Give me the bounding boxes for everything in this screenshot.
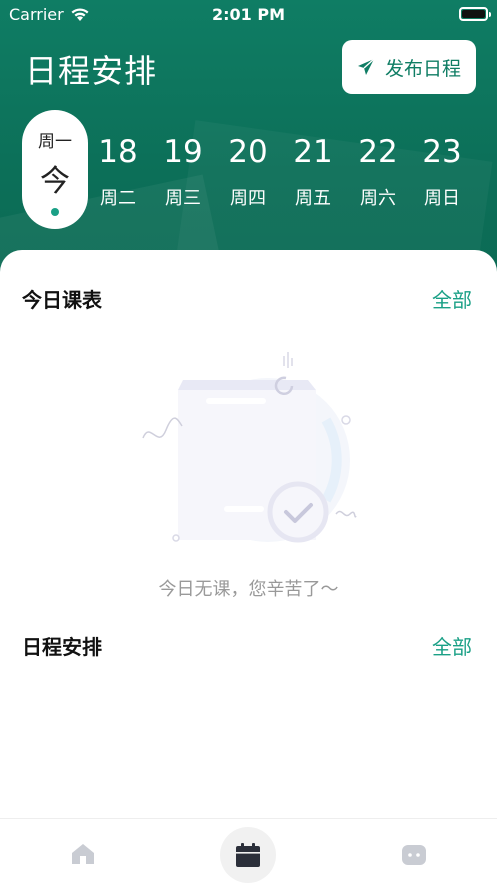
status-bar: Carrier 2:01 PM [0,0,497,28]
day-weekday: 周三 [165,188,201,209]
message-icon[interactable] [401,844,427,866]
day-weekday: 周日 [424,188,460,209]
schedule-section-title: 日程安排 [22,635,102,659]
empty-schedule-illustration [142,352,357,543]
empty-classes-message: 今日无课，您辛苦了～ [158,579,339,600]
day-date: 19 [163,134,203,170]
day-item[interactable]: 22 周六 [348,110,408,210]
schedule-all-link[interactable]: 全部 [432,631,472,660]
day-weekday: 周二 [100,188,136,209]
day-item[interactable]: 18 周二 [88,110,148,210]
tab-calendar[interactable] [220,827,276,883]
day-weekday: 周六 [360,188,396,209]
header: Carrier 2:01 PM 日程安排 发布日程 周一 今 18 周二 19 … [0,0,497,290]
day-date: 21 [293,134,333,170]
day-weekday: 周五 [295,188,331,209]
today-indicator-dot [51,208,59,216]
day-date: 23 [422,134,462,170]
status-time: 2:01 PM [211,5,285,24]
publish-schedule-button[interactable]: 发布日程 [342,40,476,94]
tab-bar [0,818,497,883]
day-weekday: 周一 [38,132,72,152]
page-title: 日程安排 [25,52,158,90]
day-item[interactable]: 23 周日 [412,110,472,210]
calendar-icon [236,843,260,867]
publish-button-label: 发布日程 [384,57,461,80]
day-date: 22 [358,134,398,170]
today-classes-all-link[interactable]: 全部 [432,284,472,313]
send-icon [357,58,375,75]
day-item[interactable]: 20 周四 [218,110,278,210]
battery-icon [459,7,491,21]
day-date: 20 [228,134,268,170]
day-date: 今 [40,164,70,199]
day-weekday: 周四 [230,188,266,209]
day-today[interactable]: 周一 今 [22,110,88,229]
week-strip: 周一 今 18 周二 19 周三 20 周四 21 周五 22 周六 23 周日 [22,110,497,230]
day-item[interactable]: 21 周五 [283,110,343,210]
day-date: 18 [98,134,138,170]
today-classes-title: 今日课表 [22,288,102,312]
home-icon[interactable] [71,843,95,865]
day-item[interactable]: 19 周三 [153,110,213,210]
